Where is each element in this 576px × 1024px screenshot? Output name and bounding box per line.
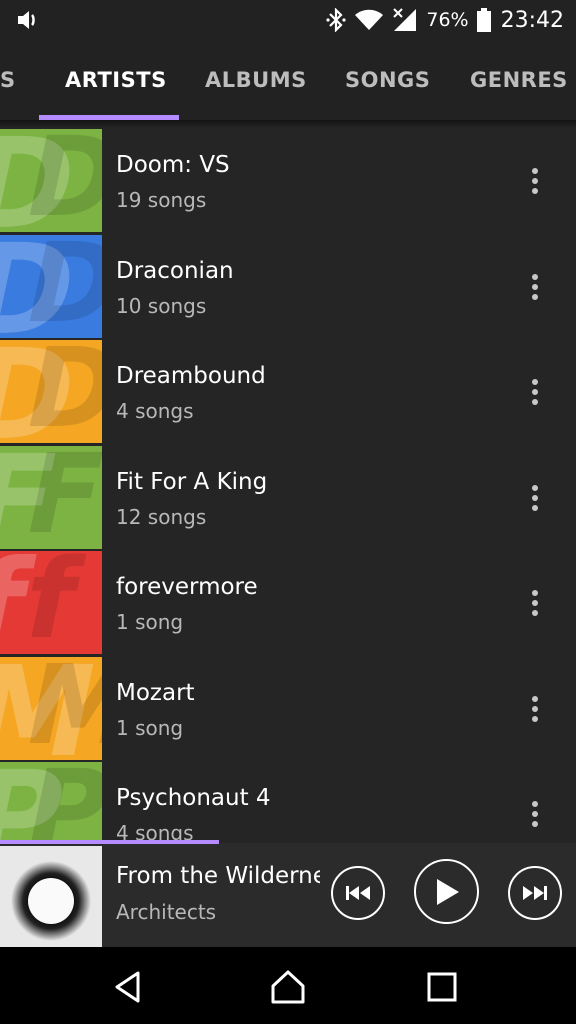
artist-name: Doom: VS <box>116 152 230 178</box>
tabs-divider <box>0 120 576 128</box>
tab-partial[interactable]: S <box>0 68 16 92</box>
play-button[interactable] <box>414 859 479 924</box>
artist-name: Dreambound <box>116 363 266 389</box>
tab-bar: S ARTISTS ALBUMS SONGS GENRES <box>0 40 576 120</box>
artist-row[interactable]: D D Draconian 10 songs <box>0 234 576 340</box>
artist-name: forevermore <box>116 574 258 600</box>
play-icon <box>436 878 459 905</box>
signal-icon <box>393 8 417 31</box>
artist-song-count: 19 songs <box>116 188 207 212</box>
more-options-icon[interactable] <box>522 166 548 196</box>
artist-row[interactable]: P P Psychonaut 44 songs <box>0 761 576 843</box>
artist-row[interactable]: D D Doom: VS 19 songs <box>0 128 576 234</box>
artist-name: Psychonaut 4 <box>116 785 271 811</box>
artist-thumbnail: FF <box>0 445 102 549</box>
next-button[interactable] <box>508 866 562 920</box>
battery-percent: 76% <box>426 9 469 31</box>
artist-thumbnail: DD <box>0 234 102 338</box>
artist-song-count: 1 song <box>116 715 184 740</box>
album-art[interactable] <box>0 846 102 947</box>
artist-thumbnail: DD <box>0 340 102 443</box>
more-options-icon[interactable] <box>522 272 548 302</box>
artist-song-count: 12 songs <box>116 504 207 529</box>
artist-row[interactable]: M M Mozart 1 song <box>0 656 576 762</box>
artist-thumbnail: ff <box>0 551 102 654</box>
artist-name: Fit For A King <box>116 468 268 495</box>
playback-progress <box>0 840 219 844</box>
artist-list[interactable]: D D Doom: VS 19 songs D D Draconian 10 songs D D D… <box>0 128 576 843</box>
track-artist[interactable]: Architects <box>116 900 216 924</box>
artist-thumbnail: PP <box>0 762 102 843</box>
home-icon[interactable] <box>268 967 308 1007</box>
status-bar: 76% 23:42 <box>0 0 576 40</box>
artist-song-count: 10 songs <box>116 293 207 318</box>
tab-artists[interactable]: ARTISTS <box>65 68 167 92</box>
artist-song-count: 1 song <box>116 610 184 634</box>
artist-row[interactable]: f f forevermore 1 song <box>0 550 576 656</box>
now-playing-bar[interactable]: From the Wilderness Architects <box>0 840 576 947</box>
artist-row[interactable]: D D Dreambound 4 songs <box>0 339 576 445</box>
recents-icon[interactable] <box>422 967 462 1007</box>
more-options-icon[interactable] <box>522 799 548 829</box>
artist-row[interactable]: F F Fit For A King 12 songs <box>0 445 576 551</box>
system-nav-bar <box>0 947 576 1024</box>
tab-songs[interactable]: SONGS <box>345 68 430 92</box>
artist-song-count: 4 songs <box>116 399 194 423</box>
skip-next-icon <box>523 886 547 900</box>
more-options-icon[interactable] <box>522 694 548 724</box>
clock: 23:42 <box>500 7 564 33</box>
more-options-icon[interactable] <box>522 588 548 618</box>
bluetooth-icon <box>326 8 346 32</box>
battery-icon <box>476 8 491 32</box>
artist-name: Draconian <box>116 257 234 284</box>
artist-thumbnail: DD <box>0 129 102 232</box>
more-options-icon[interactable] <box>522 483 548 513</box>
volume-icon <box>18 11 35 29</box>
track-title[interactable]: From the Wilderness <box>116 863 320 889</box>
artist-thumbnail: MM <box>0 656 102 760</box>
more-options-icon[interactable] <box>522 377 548 407</box>
tab-albums[interactable]: ALBUMS <box>205 68 307 92</box>
artist-name: Mozart <box>116 679 195 706</box>
previous-button[interactable] <box>331 866 385 920</box>
skip-previous-icon <box>346 886 370 900</box>
tab-genres[interactable]: GENRES <box>470 68 568 92</box>
back-icon[interactable] <box>108 967 148 1007</box>
wifi-icon <box>355 9 384 30</box>
